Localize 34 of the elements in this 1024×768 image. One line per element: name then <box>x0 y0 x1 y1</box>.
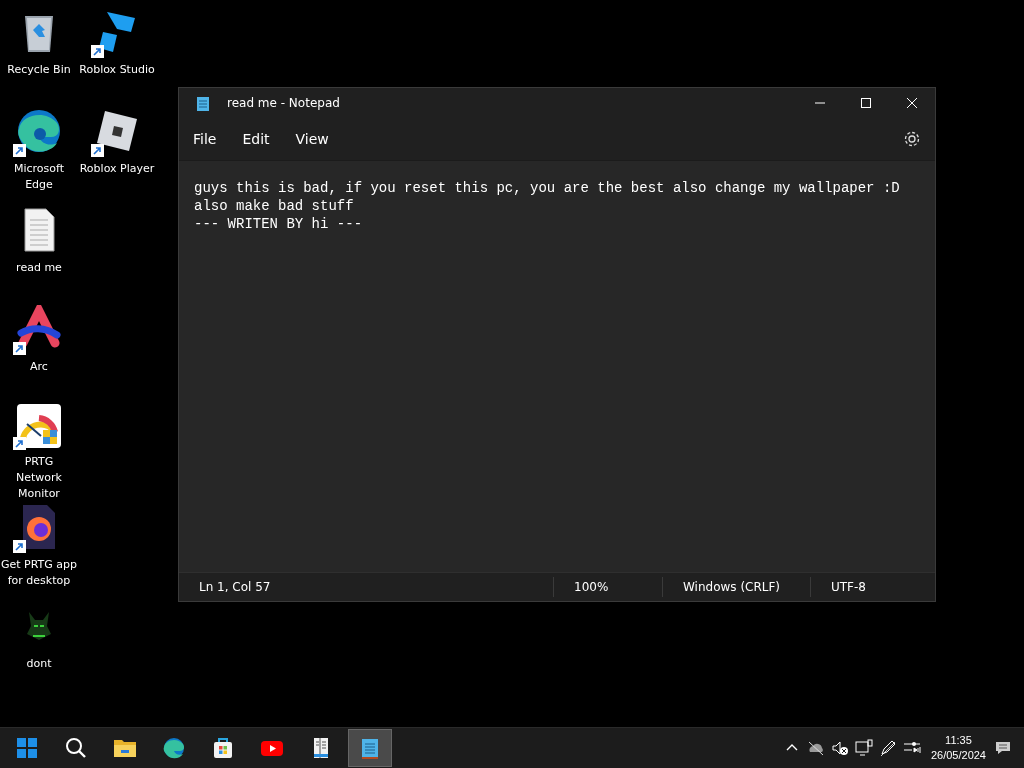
start-icon <box>15 736 39 760</box>
edge-icon[interactable] <box>15 107 63 155</box>
text-editor[interactable]: guys this is bad, if you reset this pc, you are the best also change my wallpaper :D also make bad stuff --- WRITEN BY hi --- <box>179 160 935 572</box>
icon-label[interactable]: Roblox Studio <box>79 62 155 78</box>
icon-label[interactable]: dont <box>26 656 52 672</box>
close-icon <box>906 97 918 109</box>
menu-item[interactable]: Edit <box>232 125 280 153</box>
clock[interactable]: 11:35 26/05/2024 <box>930 733 986 763</box>
speaker-icon[interactable] <box>830 739 849 757</box>
icon-label[interactable]: Microsoft Edge <box>0 161 78 193</box>
search-icon <box>64 736 88 760</box>
cloud-icon[interactable] <box>806 739 825 757</box>
icon-label[interactable]: PRTG Network Monitor <box>0 454 78 502</box>
settings-icon[interactable] <box>903 130 921 148</box>
store-icon <box>211 736 235 760</box>
status-text: UTF-8 <box>810 577 935 597</box>
menu-item[interactable]: File <box>183 125 227 153</box>
gauge-icon[interactable] <box>15 402 63 450</box>
notification-icon[interactable] <box>994 739 1012 757</box>
network-icon[interactable] <box>854 739 873 757</box>
edge-icon <box>162 736 186 760</box>
icon-label[interactable]: Get PRTG app for desktop <box>0 557 78 589</box>
notepad-icon <box>196 95 210 111</box>
status-text: Windows (CRLF) <box>662 577 810 597</box>
pen-icon[interactable] <box>878 739 897 757</box>
menu-item[interactable]: View <box>285 125 339 153</box>
window-title: read me - Notepad <box>227 96 341 110</box>
icon-label[interactable]: Arc <box>30 359 48 375</box>
icon-label[interactable]: read me <box>16 260 62 276</box>
status-text: 100% <box>553 577 662 597</box>
icon-label[interactable]: Recycle Bin <box>7 62 71 78</box>
icon-label[interactable]: Roblox Player <box>79 161 155 177</box>
status-text: Ln 1, Col 57 <box>198 579 272 596</box>
maximize-icon <box>860 97 872 109</box>
